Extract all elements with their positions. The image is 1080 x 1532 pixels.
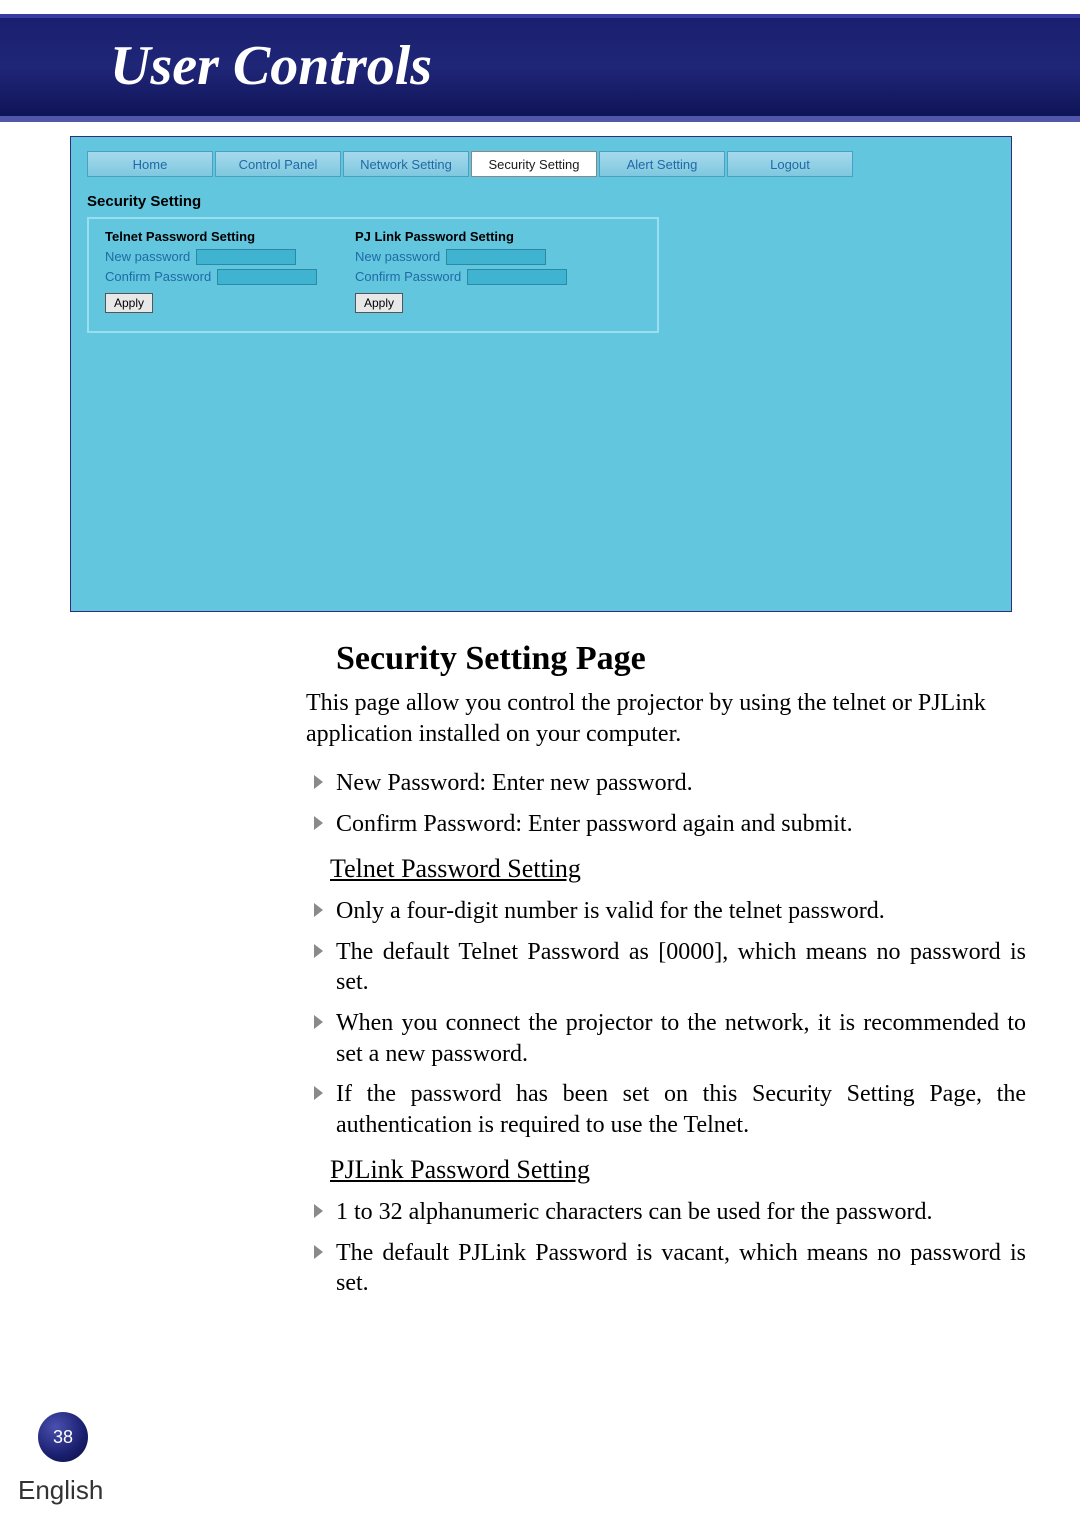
pjlink-apply-button[interactable]: Apply <box>355 293 403 313</box>
bullet-telnet-4: If the password has been set on this Sec… <box>306 1079 1026 1140</box>
bullet-text: Confirm Password: Enter password again a… <box>336 811 853 837</box>
telnet-new-pw-label: New password <box>105 247 190 267</box>
bullet-icon <box>314 816 323 830</box>
bullet-icon <box>314 775 323 789</box>
bullet-text: If the password has been set on this Sec… <box>336 1081 1026 1138</box>
top-margin <box>0 0 1080 14</box>
section-heading: Security Setting <box>87 193 201 210</box>
page-title: Security Setting Page <box>336 640 1026 678</box>
tab-alert-setting[interactable]: Alert Setting <box>599 151 725 177</box>
tab-control-panel[interactable]: Control Panel <box>215 151 341 177</box>
security-setting-screenshot: Home Control Panel Network Setting Secur… <box>70 136 1012 612</box>
pjlink-column: PJ Link Password Setting New password Co… <box>355 227 567 313</box>
chapter-title: User Controls <box>110 34 432 98</box>
telnet-bullets: Only a four-digit number is valid for th… <box>306 896 1026 1141</box>
telnet-column: Telnet Password Setting New password Con… <box>105 227 317 313</box>
pjlink-new-pw-input[interactable] <box>446 249 546 265</box>
bullet-pjlink-2: The default PJLink Password is vacant, w… <box>306 1238 1026 1299</box>
bullet-new-password: New Password: Enter new password. <box>306 768 1026 799</box>
language-label: English <box>18 1475 103 1506</box>
tab-home[interactable]: Home <box>87 151 213 177</box>
telnet-apply-button[interactable]: Apply <box>105 293 153 313</box>
bullet-icon <box>314 1015 323 1029</box>
bullet-text: When you connect the projector to the ne… <box>336 1010 1026 1067</box>
general-bullets: New Password: Enter new password. Confir… <box>306 768 1026 839</box>
telnet-confirm-pw-input[interactable] <box>217 269 317 285</box>
pjlink-new-pw-label: New password <box>355 247 440 267</box>
pjlink-heading: PJ Link Password Setting <box>355 227 514 247</box>
bullet-text: 1 to 32 alphanumeric characters can be u… <box>336 1199 932 1225</box>
bullet-telnet-2: The default Telnet Password as [0000], w… <box>306 937 1026 998</box>
bullet-confirm-password: Confirm Password: Enter password again a… <box>306 809 1026 840</box>
nav-tabs: Home Control Panel Network Setting Secur… <box>87 151 853 177</box>
settings-panel: Telnet Password Setting New password Con… <box>87 217 659 333</box>
tab-security-setting[interactable]: Security Setting <box>471 151 597 177</box>
telnet-confirm-pw-label: Confirm Password <box>105 267 211 287</box>
bullet-icon <box>314 903 323 917</box>
bullet-telnet-1: Only a four-digit number is valid for th… <box>306 896 1026 927</box>
bullet-icon <box>314 944 323 958</box>
pjlink-confirm-pw-input[interactable] <box>467 269 567 285</box>
chapter-header: User Controls <box>0 14 1080 122</box>
pjlink-confirm-pw-label: Confirm Password <box>355 267 461 287</box>
bullet-pjlink-1: 1 to 32 alphanumeric characters can be u… <box>306 1197 1026 1228</box>
telnet-heading: Telnet Password Setting <box>105 227 255 247</box>
manual-page: User Controls Home Control Panel Network… <box>0 0 1080 1532</box>
tab-network-setting[interactable]: Network Setting <box>343 151 469 177</box>
tab-logout[interactable]: Logout <box>727 151 853 177</box>
bullet-icon <box>314 1086 323 1100</box>
bullet-telnet-3: When you connect the projector to the ne… <box>306 1008 1026 1069</box>
bullet-icon <box>314 1204 323 1218</box>
bullet-text: Only a four-digit number is valid for th… <box>336 898 885 924</box>
bullet-text: The default PJLink Password is vacant, w… <box>336 1240 1026 1297</box>
bullet-text: The default Telnet Password as [0000], w… <box>336 939 1026 996</box>
telnet-new-pw-input[interactable] <box>196 249 296 265</box>
pjlink-bullets: 1 to 32 alphanumeric characters can be u… <box>306 1197 1026 1299</box>
page-number-badge: 38 <box>38 1412 88 1462</box>
pjlink-subheading: PJLink Password Setting <box>330 1155 1026 1185</box>
bullet-text: New Password: Enter new password. <box>336 770 693 796</box>
intro-paragraph: This page allow you control the projecto… <box>306 688 1026 750</box>
doc-content: Security Setting Page This page allow yo… <box>306 640 1026 1309</box>
telnet-subheading: Telnet Password Setting <box>330 854 1026 884</box>
bullet-icon <box>314 1245 323 1259</box>
